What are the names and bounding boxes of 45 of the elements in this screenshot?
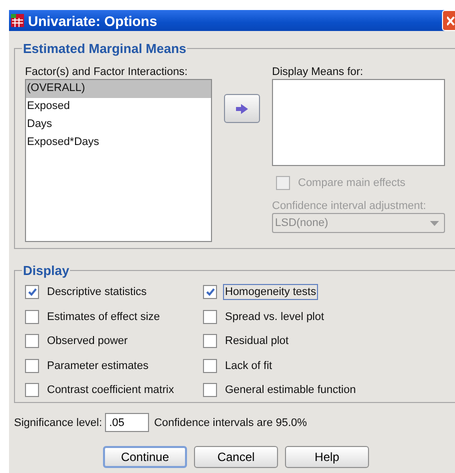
window-title: Univariate: Options <box>28 12 158 28</box>
group-title: Estimated Marginal Means <box>22 41 188 56</box>
checkbox-label: Spread vs. level plot <box>224 310 326 325</box>
group-title: Display <box>22 263 70 278</box>
close-button[interactable] <box>442 10 455 31</box>
checkbox[interactable] <box>203 358 217 373</box>
checkbox-label: Homogeneity tests <box>223 284 318 300</box>
checkbox-label: Residual plot <box>224 334 290 350</box>
factor-list[interactable]: (OVERALL) Exposed Days Exposed*Days <box>25 79 212 242</box>
app-icon <box>11 14 24 27</box>
dialog-button[interactable]: Cancel <box>194 446 278 468</box>
checkbox-label: Estimates of effect size <box>46 310 161 325</box>
checkbox[interactable] <box>25 383 39 398</box>
list-item[interactable]: Exposed*Days <box>26 134 211 152</box>
checkbox[interactable] <box>203 310 217 324</box>
significance-field[interactable]: .05 <box>105 413 150 432</box>
checkbox-label: Compare main effects <box>297 176 406 191</box>
list-item[interactable]: (OVERALL) <box>26 80 211 98</box>
checkbox[interactable] <box>25 334 39 348</box>
move-button[interactable] <box>224 94 260 123</box>
confidence-note: Confidence intervals are 95.0% <box>154 416 307 428</box>
close-icon <box>447 16 455 26</box>
checkbox[interactable] <box>25 310 39 324</box>
checkbox[interactable] <box>25 285 39 300</box>
list-label: Display Means for: <box>272 66 364 78</box>
checkbox[interactable] <box>203 285 217 300</box>
checkbox[interactable] <box>203 383 217 398</box>
list-label: Factor(s) and Factor Interactions: <box>25 66 189 78</box>
checkbox-label: Descriptive statistics <box>46 285 148 300</box>
dialog-button[interactable]: Help <box>285 446 369 468</box>
list-item[interactable]: Days <box>26 116 211 134</box>
arrow-icon <box>236 104 248 114</box>
dropdown-label: Confidence interval adjustment: <box>272 200 428 212</box>
checkbox[interactable] <box>25 358 39 373</box>
checkbox-label: Parameter estimates <box>46 358 150 374</box>
checkbox[interactable] <box>203 334 217 348</box>
field-label: Significance level: <box>14 416 102 428</box>
caret-icon <box>430 220 439 226</box>
checkbox-label: Contrast coefficient matrix <box>46 383 175 398</box>
dialog-button[interactable]: Continue <box>103 446 187 468</box>
checkbox-label: Lack of fit <box>224 358 274 374</box>
list-item[interactable]: Exposed <box>26 98 211 116</box>
display-means-list[interactable] <box>272 79 445 166</box>
checkbox-label: General estimable function <box>224 383 357 398</box>
checkbox-label: Observed power <box>46 334 129 350</box>
